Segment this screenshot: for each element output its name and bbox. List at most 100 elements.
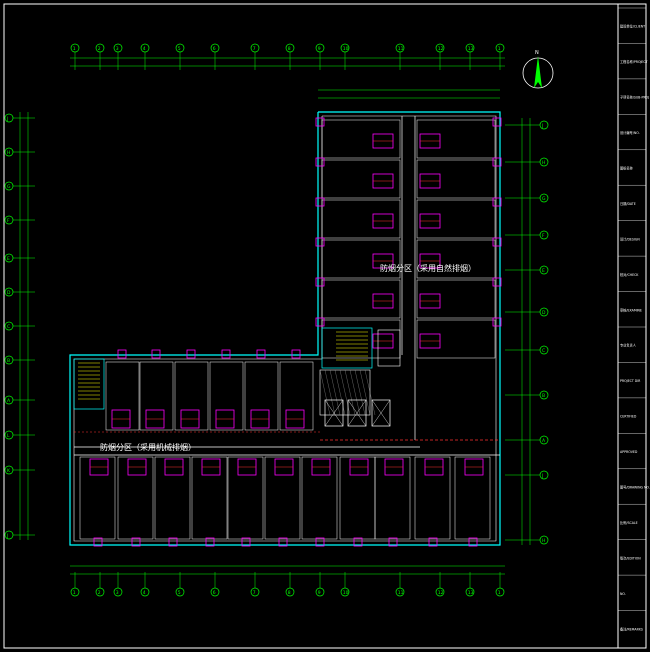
hatch [339, 369, 351, 416]
col-axis-label-bottom: 12 [438, 590, 444, 596]
column [315, 157, 325, 167]
title-block-field: CERTIFIED [620, 415, 637, 419]
row-axis-label-right: H [542, 160, 545, 166]
room [321, 159, 401, 199]
room [321, 319, 401, 359]
row-axis-label-right: C [542, 348, 545, 354]
sheet-frame [3, 3, 647, 649]
labels-layer: 防烟分区（采用自然排烟） 防烟分区（采用机械排烟） [100, 263, 476, 452]
column [151, 349, 161, 359]
room [227, 456, 264, 540]
title-block-field: 图号/DRAWING NO. [620, 485, 650, 490]
building-inner-wall [73, 115, 497, 542]
col-axis-label: 6 [213, 46, 216, 52]
title-block-field: 审核/EXAMINE [620, 307, 642, 312]
col-axis-label-bottom: 13 [468, 590, 474, 596]
col-axis-label-bottom: 11 [398, 590, 404, 596]
title-block-field: 子项名称/SUB-PROJ [620, 95, 649, 100]
room [139, 361, 174, 431]
row-axis-label-right: F [542, 233, 545, 239]
row-axis-label-right: B [542, 393, 545, 399]
hatch [334, 369, 346, 416]
title-block: 建设单位/CLIENT 工程名称/PROJECT 子项名称/SUB-PROJ 设计编号… [618, 7, 650, 631]
cad-drawing-canvas: 112233445566778899101011111212131311JHGF… [3, 3, 650, 649]
room [339, 456, 376, 540]
room [321, 199, 401, 239]
title-block-field: 建设单位/CLIENT [620, 24, 645, 29]
row-axis-label: J [6, 533, 8, 539]
col-axis-label-bottom: 4 [143, 590, 146, 596]
row-axis-label-right: A [542, 438, 546, 444]
room [414, 456, 451, 540]
title-block-field: PROJECT DIR [620, 379, 641, 383]
row-axis-label: K [7, 468, 11, 474]
col-axis-label: 1 [73, 46, 76, 52]
title-block-field: 设计/DESIGN [620, 236, 640, 241]
hatch [324, 369, 336, 416]
row-axis-label: L [7, 433, 10, 439]
column [315, 197, 325, 207]
column [186, 349, 196, 359]
title-block-field: 备注/REMARKS [620, 626, 643, 631]
title-block-field: 工程名称/PROJECT [620, 59, 648, 64]
room [301, 456, 338, 540]
col-axis-label-bottom: 2 [98, 590, 101, 596]
room [454, 456, 491, 540]
room [209, 361, 244, 431]
row-axis-label-right: J [541, 473, 543, 479]
room [416, 279, 496, 319]
title-block-field: 专业负责人 [620, 343, 637, 348]
col-axis-label-bottom: 1 [498, 590, 501, 596]
col-axis-label: 10 [343, 46, 349, 52]
col-axis-label-bottom: 8 [288, 590, 291, 596]
col-axis-label-bottom: 3 [116, 590, 119, 596]
zone-label-left: 防烟分区（采用机械排烟） [100, 442, 196, 452]
room [279, 361, 314, 431]
room [416, 159, 496, 199]
col-axis-label-bottom: 5 [178, 590, 181, 596]
row-axis-label: G [7, 184, 11, 190]
row-axis-label: J [6, 116, 8, 122]
col-axis-label: 3 [116, 46, 119, 52]
row-axis-label-right: H [542, 538, 545, 544]
title-block-field: 校对/CHECK [620, 272, 639, 277]
col-axis-label-bottom: 1 [73, 590, 76, 596]
col-axis-label: 2 [98, 46, 101, 52]
room [79, 456, 116, 540]
title-block-field: 日期/DATE [620, 201, 636, 206]
floor-plan-layer [69, 111, 501, 546]
room [264, 456, 301, 540]
title-block-field: 版次/EDITION [620, 555, 641, 560]
col-axis-label: 7 [253, 46, 256, 52]
room [117, 456, 154, 540]
room [105, 361, 140, 431]
north-label: N [535, 50, 539, 56]
column [315, 277, 325, 287]
col-axis-label-bottom: 7 [253, 590, 256, 596]
column [315, 317, 325, 327]
col-axis-label: 9 [318, 46, 321, 52]
col-axis-label: 4 [143, 46, 146, 52]
row-axis-label-right: D [542, 310, 546, 316]
room [191, 456, 228, 540]
row-axis-label: F [7, 218, 10, 224]
hatch [354, 369, 366, 416]
column [256, 349, 266, 359]
col-axis-label: 11 [398, 46, 404, 52]
room [416, 319, 496, 359]
row-axis-label: A [7, 398, 11, 404]
column [117, 349, 127, 359]
hatch [349, 369, 361, 416]
zone-label-right: 防烟分区（采用自然排烟） [380, 263, 476, 273]
room [416, 199, 496, 239]
room [416, 119, 496, 159]
north-arrow-icon: N [522, 50, 554, 89]
title-block-field: NO. [620, 592, 626, 596]
row-axis-label: B [7, 358, 10, 364]
col-axis-label-bottom: 6 [213, 590, 216, 596]
title-block-field: 设计编号/NO. [620, 130, 640, 135]
row-axis-label: E [7, 256, 10, 262]
row-axis-label-right: G [542, 196, 546, 202]
room [321, 119, 401, 159]
hatch [329, 369, 341, 416]
